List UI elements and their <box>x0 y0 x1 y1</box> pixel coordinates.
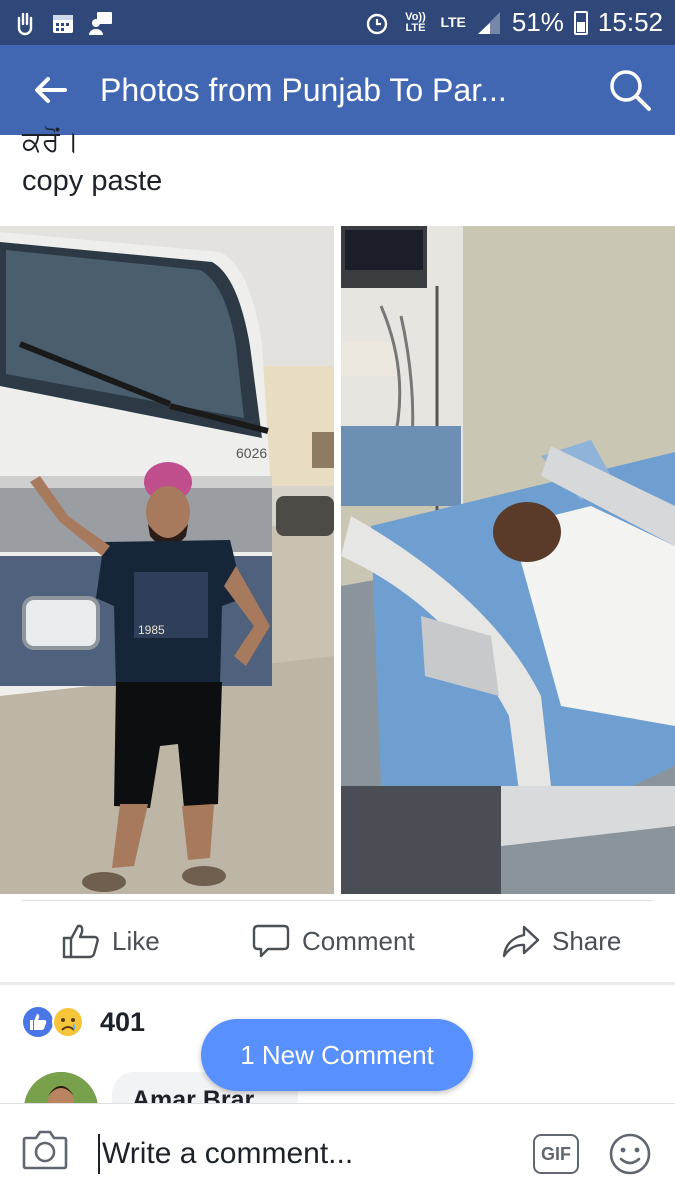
page-title: Photos from Punjab To Par... <box>100 71 507 108</box>
photo-man-with-truck[interactable]: 6026 1985 <box>0 226 334 894</box>
signal-icon <box>477 11 500 34</box>
comment-button[interactable]: Comment <box>252 923 415 959</box>
comment-input[interactable]: Write a comment... <box>98 1134 353 1174</box>
share-arrow-icon <box>502 925 540 958</box>
thumbs-up-icon <box>62 924 99 959</box>
hand-icon <box>17 12 33 35</box>
svg-text:6026: 6026 <box>236 445 267 461</box>
sad-reaction-icon <box>52 1006 84 1038</box>
status-bar: Vo)) LTE LTE 51% 15:52 <box>0 0 675 45</box>
like-reaction-icon <box>23 1007 53 1037</box>
post-text: ਕਰੋਂ। copy paste <box>22 124 652 201</box>
photo-hospital-bed[interactable] <box>341 226 675 894</box>
battery-percent: 51% <box>511 7 564 37</box>
post-text-line: ਕਰੋਂ। <box>22 124 80 158</box>
comment-bubble-icon <box>252 924 290 958</box>
like-button[interactable]: Like <box>62 923 160 959</box>
new-comment-button[interactable]: 1 New Comment <box>201 1019 473 1091</box>
comment-label: Comment <box>302 925 415 956</box>
search-icon <box>610 70 651 111</box>
volte-indicator: Vo)) LTE <box>405 10 426 34</box>
divider <box>22 900 653 901</box>
back-arrow-icon <box>35 77 67 103</box>
reactions-summary[interactable]: 401 <box>22 1006 145 1038</box>
network-type: LTE <box>440 14 466 30</box>
clock: 15:52 <box>597 7 663 37</box>
emoji-button[interactable] <box>608 1132 652 1181</box>
status-left-icons <box>12 10 114 36</box>
share-label: Share <box>552 925 622 956</box>
calendar-icon <box>53 14 73 33</box>
smiley-icon <box>609 1133 651 1175</box>
like-label: Like <box>112 925 160 956</box>
svg-text:1985: 1985 <box>138 623 165 637</box>
camera-button[interactable] <box>22 1128 68 1175</box>
contact-icon <box>89 11 112 35</box>
battery-icon <box>573 10 588 35</box>
status-right-icons: Vo)) LTE LTE 51% 15:52 <box>364 7 663 38</box>
comment-composer: Write a comment... GIF <box>0 1103 675 1200</box>
section-divider <box>0 982 675 985</box>
post-actions: Like Comment Share <box>0 905 675 980</box>
post-text-line: copy paste <box>22 165 163 197</box>
gif-button[interactable]: GIF <box>533 1134 579 1174</box>
reaction-count: 401 <box>100 1006 146 1037</box>
share-button[interactable]: Share <box>502 923 621 959</box>
camera-icon <box>22 1130 68 1170</box>
alarm-icon <box>367 13 388 34</box>
